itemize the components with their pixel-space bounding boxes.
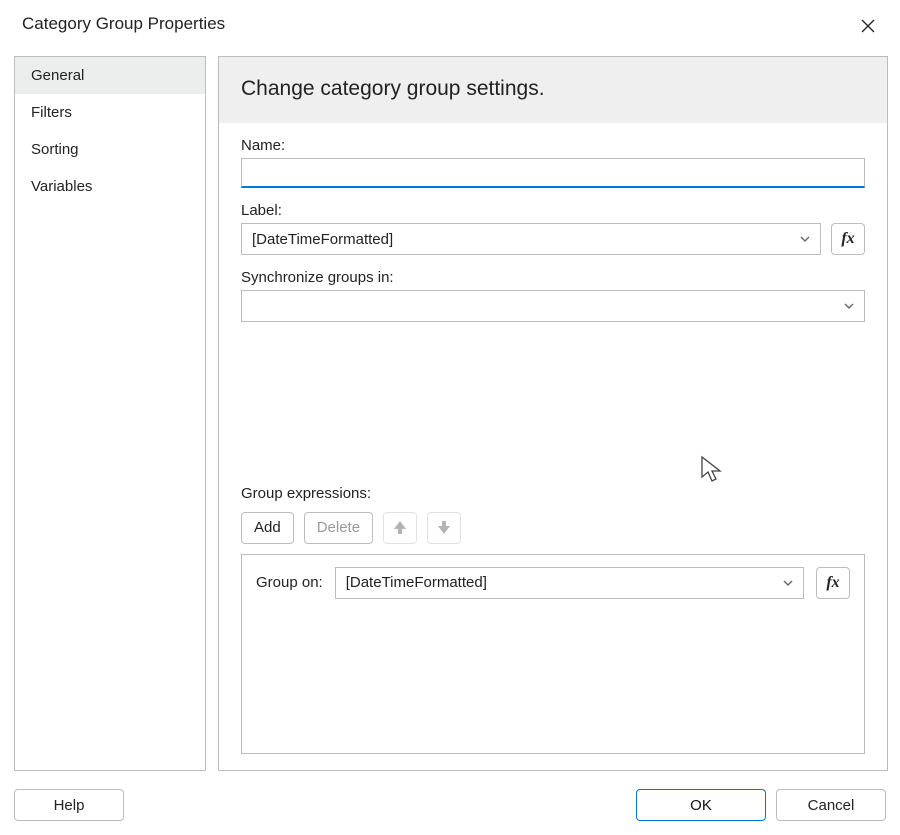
add-button[interactable]: Add	[241, 512, 294, 544]
group-expressions-label: Group expressions:	[241, 485, 865, 502]
sidebar-item-label: General	[31, 67, 84, 84]
move-up-button[interactable]	[383, 512, 417, 544]
arrow-up-icon	[394, 521, 406, 534]
label-fx-button[interactable]: fx	[831, 223, 865, 255]
panel-heading: Change category group settings.	[219, 57, 887, 123]
close-button[interactable]	[856, 14, 880, 38]
group-expression-row: Group on: [DateTimeFormatted] fx	[256, 567, 850, 599]
dialog-window: Category Group Properties General Filter…	[0, 0, 900, 835]
chevron-down-icon	[842, 299, 856, 313]
cancel-button[interactable]: Cancel	[776, 789, 886, 821]
sidebar-item-label: Filters	[31, 104, 72, 121]
content-row: General Filters Sorting Variables Change…	[0, 56, 900, 781]
sidebar-item-filters[interactable]: Filters	[15, 94, 205, 131]
ok-button-label: OK	[690, 797, 712, 814]
add-button-label: Add	[254, 519, 281, 536]
group-expressions-list: Group on: [DateTimeFormatted] fx	[241, 554, 865, 755]
sidebar-item-sorting[interactable]: Sorting	[15, 131, 205, 168]
chevron-down-icon	[781, 576, 795, 590]
label-row: [DateTimeFormatted] fx	[241, 223, 865, 255]
label-select[interactable]: [DateTimeFormatted]	[241, 223, 821, 255]
main-panel: Change category group settings. Name: La…	[218, 56, 888, 771]
group-on-label: Group on:	[256, 574, 323, 591]
expressions-toolbar: Add Delete	[241, 512, 865, 544]
ok-button[interactable]: OK	[636, 789, 766, 821]
titlebar: Category Group Properties	[0, 0, 900, 56]
arrow-down-icon	[438, 521, 450, 534]
sidebar: General Filters Sorting Variables	[14, 56, 206, 771]
sidebar-item-label: Variables	[31, 178, 92, 195]
sidebar-item-variables[interactable]: Variables	[15, 168, 205, 205]
move-down-button[interactable]	[427, 512, 461, 544]
label-label: Label:	[241, 202, 865, 219]
close-icon	[860, 18, 876, 34]
delete-button[interactable]: Delete	[304, 512, 373, 544]
dialog-title: Category Group Properties	[22, 14, 225, 34]
delete-button-label: Delete	[317, 519, 360, 536]
sidebar-item-label: Sorting	[31, 141, 79, 158]
label-select-value: [DateTimeFormatted]	[252, 231, 393, 248]
fx-icon: fx	[841, 230, 854, 248]
sidebar-item-general[interactable]: General	[15, 57, 205, 94]
group-on-select[interactable]: [DateTimeFormatted]	[335, 567, 804, 599]
chevron-down-icon	[798, 232, 812, 246]
panel-body: Name: Label: [DateTimeFormatted]	[219, 123, 887, 770]
dialog-footer: Help OK Cancel	[0, 781, 900, 835]
group-on-value: [DateTimeFormatted]	[346, 574, 487, 591]
help-button-label: Help	[54, 797, 85, 814]
sync-select[interactable]	[241, 290, 865, 322]
name-label: Name:	[241, 137, 865, 154]
sync-label: Synchronize groups in:	[241, 269, 865, 286]
help-button[interactable]: Help	[14, 789, 124, 821]
name-input[interactable]	[241, 158, 865, 188]
fx-icon: fx	[826, 574, 839, 592]
cancel-button-label: Cancel	[808, 797, 855, 814]
group-on-fx-button[interactable]: fx	[816, 567, 850, 599]
